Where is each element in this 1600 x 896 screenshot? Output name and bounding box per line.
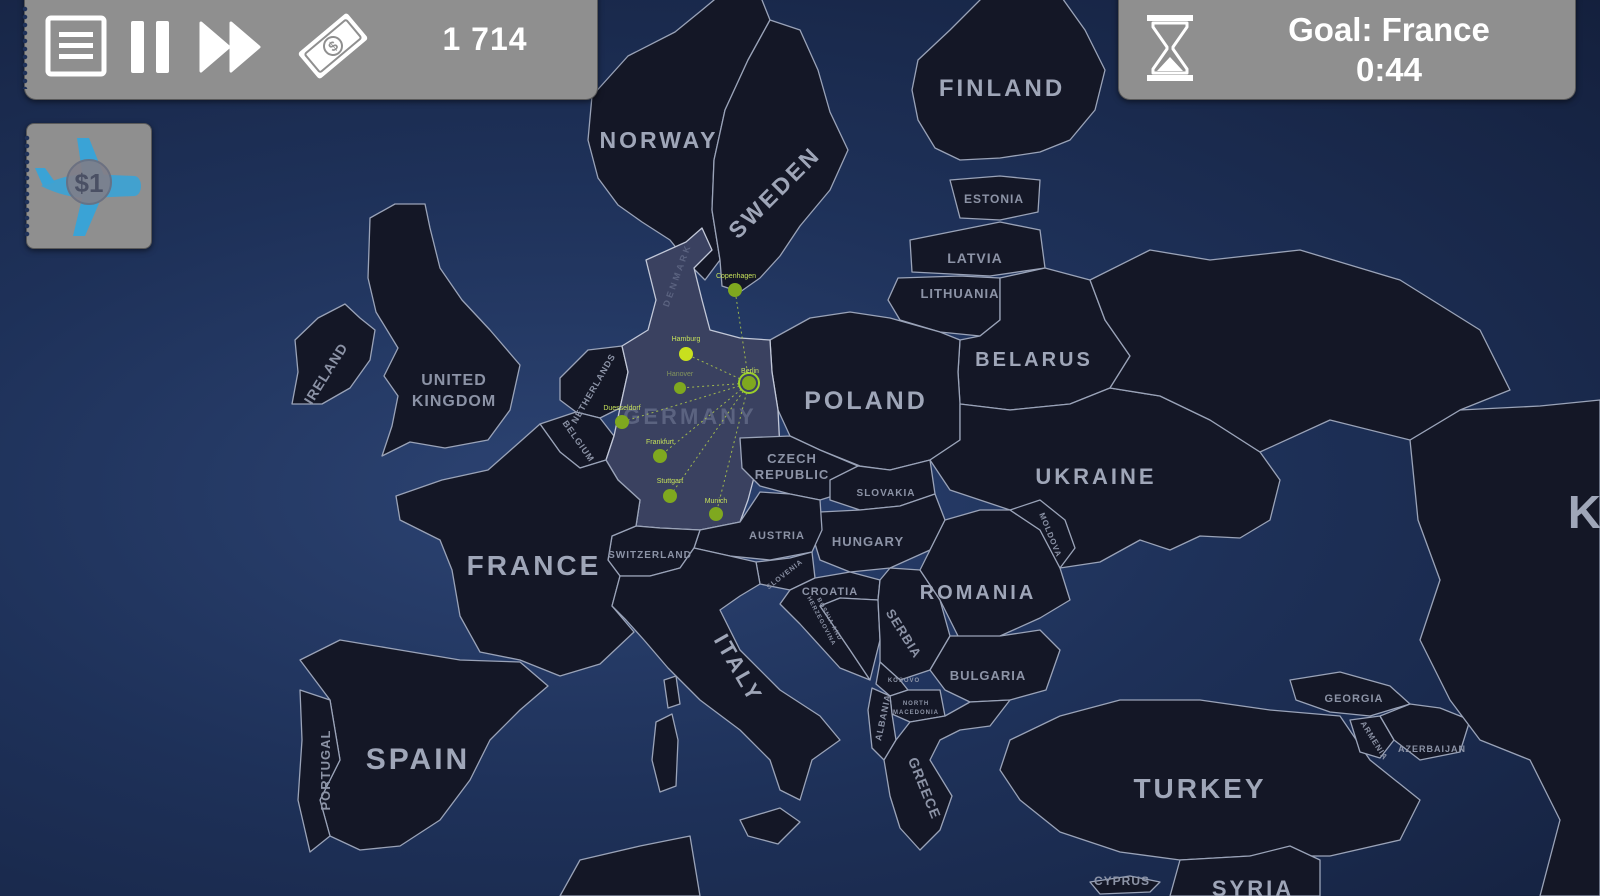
island-sardinia[interactable]: [651, 713, 679, 793]
country-bulgaria[interactable]: [929, 629, 1061, 703]
goal-text: Goal: France: [1288, 11, 1490, 48]
city-dot[interactable]: [674, 382, 686, 394]
fast-forward-icon: [199, 21, 261, 73]
menu-icon: [45, 15, 107, 77]
label-kosovo: KOSOVO: [888, 678, 920, 684]
plane-icon: $1: [35, 138, 141, 236]
plane-purchase-card[interactable]: $1: [24, 123, 152, 249]
menu-button[interactable]: [45, 15, 107, 77]
label-north-mac-line1: NORTH: [903, 701, 929, 707]
city-label: Stuttgart: [657, 478, 684, 485]
europe-map[interactable]: NORWAY SWEDEN FINLAND ESTONIA LATVIA LIT…: [0, 0, 1600, 896]
label-romania: ROMANIA: [920, 582, 1037, 604]
label-turkey: TURKEY: [1133, 773, 1266, 804]
pause-button[interactable]: [129, 19, 173, 75]
label-lithuania: LITHUANIA: [920, 286, 999, 301]
city-dot[interactable]: [728, 283, 742, 297]
hourglass-icon: [1147, 15, 1193, 81]
city-label: Hanover: [667, 371, 694, 378]
label-poland: POLAND: [804, 387, 928, 415]
money-counter: 1 714: [442, 21, 528, 57]
island-sicily[interactable]: [739, 807, 801, 845]
city-dot[interactable]: [679, 347, 693, 361]
label-germany: GERMANY: [623, 404, 756, 429]
plane-card-price: $1: [75, 168, 104, 198]
city-label: Frankfurt: [646, 439, 674, 446]
city-dot[interactable]: [742, 376, 756, 390]
cash-button[interactable]: $: [295, 9, 371, 83]
label-belarus: BELARUS: [975, 349, 1093, 371]
country-united-kingdom[interactable]: [367, 203, 521, 457]
label-norway: NORWAY: [600, 127, 719, 153]
label-czech-line1: CZECH: [767, 451, 817, 466]
hud-toolbar: $ 1 714: [22, 0, 598, 100]
pause-icon: [131, 21, 169, 73]
country-latvia[interactable]: [909, 221, 1046, 277]
city-dot[interactable]: [709, 507, 723, 521]
label-slovakia: SLOVAKIA: [857, 488, 916, 499]
city-label: Munich: [705, 498, 728, 505]
region-kazakhstan[interactable]: [1409, 399, 1600, 896]
label-bulgaria: BULGARIA: [950, 668, 1027, 683]
label-uk-line2: KINGDOM: [412, 393, 496, 410]
label-portugal: PORTUGAL: [318, 730, 333, 811]
label-georgia: GEORGIA: [1325, 693, 1384, 705]
africa-coast[interactable]: [559, 835, 701, 896]
label-uk-line1: UNITED: [421, 372, 487, 389]
countdown-timer: 0:44: [1355, 51, 1423, 88]
label-syria: SYRIA: [1212, 876, 1294, 896]
label-cyprus: CYPRUS: [1094, 874, 1150, 888]
fast-forward-button[interactable]: [199, 19, 263, 75]
label-kazakhstan-partial: K: [1568, 486, 1600, 538]
label-hungary: HUNGARY: [832, 534, 904, 549]
country-greece[interactable]: [883, 699, 1011, 851]
label-finland: FINLAND: [939, 75, 1065, 102]
label-austria: AUSTRIA: [749, 530, 805, 542]
island-corsica[interactable]: [663, 675, 681, 709]
city-dot[interactable]: [663, 489, 677, 503]
label-switzerland: SWITZERLAND: [608, 550, 692, 561]
city-label: Berlin: [741, 368, 759, 375]
city-label: Hamburg: [672, 336, 701, 343]
label-latvia: LATVIA: [947, 250, 1003, 266]
ticket-perforation: [22, 5, 28, 89]
label-north-mac-line2: MACEDONIA: [893, 710, 939, 716]
label-ukraine: UKRAINE: [1035, 464, 1156, 489]
label-czech-line2: REPUBLIC: [755, 467, 829, 482]
label-spain: SPAIN: [366, 743, 470, 776]
cash-icon: $: [298, 13, 368, 79]
label-azerbaijan: AZERBAIJAN: [1398, 744, 1466, 754]
label-estonia: ESTONIA: [964, 192, 1024, 206]
city-label: Duesseldorf: [603, 405, 640, 412]
label-france: FRANCE: [467, 550, 602, 581]
city-label: Copenhagen: [716, 273, 756, 280]
goal-panel: Goal: France 0:44: [1118, 0, 1576, 100]
city-dot[interactable]: [615, 415, 629, 429]
city-dot[interactable]: [653, 449, 667, 463]
